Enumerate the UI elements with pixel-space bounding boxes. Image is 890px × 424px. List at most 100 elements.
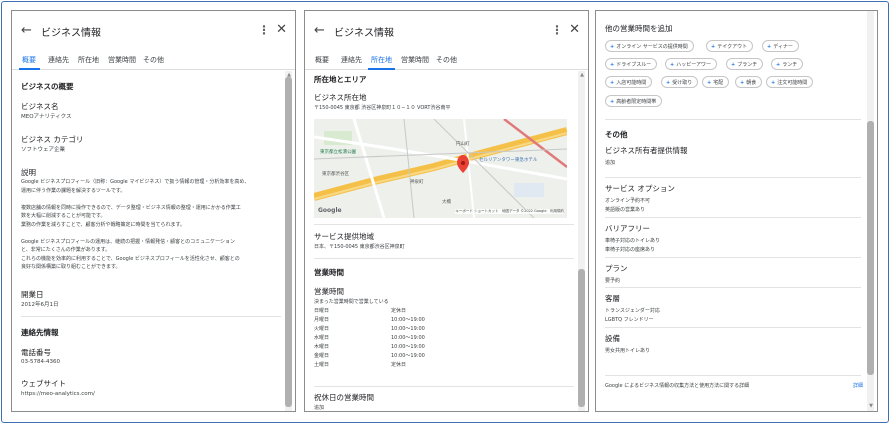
hours-label: 営業時間: [314, 287, 344, 296]
map-footer[interactable]: キーボード ショートカット 地図データ ©2022 Google 利用規約: [455, 209, 564, 214]
add-hours-chip[interactable]: + 入店可能時間: [605, 76, 653, 88]
hours-row: 月曜日 10:00～19:00: [314, 316, 514, 325]
tab-location[interactable]: 所在地: [78, 55, 99, 65]
add-hours-chip[interactable]: + 宅配: [702, 76, 730, 88]
scroll-down-arrow-icon[interactable]: ▼: [869, 403, 873, 409]
tab-location[interactable]: 所在地: [371, 55, 392, 65]
panel-title: ビジネス情報: [334, 28, 394, 39]
attribute-label: サービス オプション: [605, 184, 675, 193]
panel-header: ← ビジネス情報 ⋮ ✕: [305, 11, 588, 51]
business-info-panel-overview: ← ビジネス情報 ⋮ ✕ 概要 連絡先 所在地 営業時間 その他 ビジネスの概要…: [11, 10, 296, 412]
location-map[interactable]: 東京都立松濤公園 円山町 セルリアンタワー東急ホテル 東京都渋谷区 神泉町 大橋…: [314, 119, 567, 218]
business-name-value[interactable]: MEOアナリティクス: [21, 113, 71, 122]
more-vert-icon[interactable]: ⋮: [551, 23, 563, 37]
tab-hours[interactable]: 営業時間: [401, 55, 429, 65]
plus-icon: +: [711, 44, 716, 50]
plus-icon: +: [610, 99, 615, 105]
attribute-value: 英語版の営業あり: [605, 206, 646, 213]
attribute-label: プラン: [605, 264, 628, 273]
panel-content: 所在地とエリア ビジネス所在地 〒150-0045 東京都 渋谷区神泉町１０−１…: [314, 74, 574, 411]
category-value[interactable]: ソフトウェア企業: [21, 146, 65, 155]
divider: [21, 316, 281, 317]
scroll-up-arrow-icon[interactable]: ▲: [287, 72, 291, 78]
tab-more[interactable]: その他: [143, 55, 164, 65]
description-text[interactable]: Google ビジネスプロフィール（旧称：Google マイビジネス）で扱う情報…: [21, 178, 273, 272]
close-icon[interactable]: ✕: [276, 22, 287, 37]
plus-icon: +: [731, 62, 736, 68]
add-hours-chip[interactable]: + 高齢者限定時間帯: [605, 95, 663, 107]
tab-contact[interactable]: 連絡先: [341, 55, 362, 65]
opening-date-value[interactable]: 2012年6月1日: [21, 301, 59, 310]
holiday-hours-add[interactable]: 追加: [314, 404, 324, 411]
attribute-item[interactable]: ビジネス所有者提供情報 追加: [605, 145, 861, 168]
hours-row: 金曜日 10:00～19:00: [314, 352, 514, 361]
scrollbar-thumb[interactable]: [578, 269, 585, 407]
attribute-value: オンライン予約不可: [605, 198, 651, 204]
tab-hours[interactable]: 営業時間: [108, 55, 136, 65]
tab-contact[interactable]: 連絡先: [48, 55, 69, 65]
scrollbar-thumb[interactable]: [867, 121, 874, 375]
plus-icon: +: [776, 62, 781, 68]
attribute-value: 男女共用トイレあり: [605, 348, 651, 354]
chip-label: ディナー: [773, 44, 793, 50]
add-hours-chip[interactable]: + 受け取り: [661, 76, 699, 88]
description-line: [21, 195, 273, 204]
add-hours-chip[interactable]: + 注文可能時間: [766, 76, 814, 88]
attribute-item[interactable]: 設備 男女共用トイレあり: [605, 333, 861, 356]
add-hours-chip[interactable]: + ドライブスルー: [605, 58, 658, 70]
add-hours-chip[interactable]: + ランチ: [771, 58, 804, 70]
arrow-back-icon[interactable]: ←: [314, 23, 325, 38]
service-area-value[interactable]: 日本、〒150-0045 東京都渋谷区神泉町: [314, 243, 405, 252]
tab-bar: 概要 連絡先 所在地 営業時間 その他: [305, 51, 588, 70]
attribute-value: トランスジェンダー対応: [605, 308, 660, 314]
scroll-up-arrow-icon[interactable]: ▲: [580, 72, 584, 78]
tab-overview[interactable]: 概要: [315, 55, 329, 65]
address-value[interactable]: 〒150-0045 東京都 渋谷区神泉町１０−１０ VORT渋谷南平: [314, 104, 450, 113]
phone-value[interactable]: 03-5784-4360: [21, 358, 60, 367]
website-value[interactable]: https://meo-analytics.com/: [21, 390, 95, 399]
chip-label: 朝食: [746, 80, 757, 86]
description-line: 複数店舗の情報を同時に操作できるので、データ整理・ビジネス情報の整理・運用にかか…: [21, 204, 241, 211]
hours-row: 火曜日 10:00～19:00: [314, 325, 514, 334]
attribute-item[interactable]: 客層 トランスジェンダー対応 LGBTQ フレンドリー: [605, 293, 861, 324]
hours-time: 定休日: [391, 308, 407, 314]
plus-icon: +: [610, 62, 615, 68]
add-hours-chip[interactable]: + ハッピーアワー: [665, 58, 718, 70]
attribute-label: ビジネス所有者提供情報: [605, 146, 688, 155]
plus-icon: +: [707, 80, 712, 86]
chip-label: 高齢者限定時間帯: [616, 99, 657, 105]
hours-day: 金曜日: [314, 353, 330, 359]
add-hours-chip[interactable]: + ブランチ: [726, 58, 764, 70]
attribute-item[interactable]: バリアフリー 車椅子対応のトイレあり 車椅子対応の座席あり: [605, 223, 861, 254]
attribute-item[interactable]: サービス オプション オンライン予約不可 英語版の営業あり: [605, 183, 861, 214]
map-label: 大橋: [442, 200, 451, 205]
attribute-item[interactable]: プラン 要予約: [605, 263, 861, 286]
description-label: 説明: [21, 168, 36, 177]
hours-row: 水曜日 10:00～19:00: [314, 334, 514, 343]
divider: [314, 386, 574, 387]
phone-label: 電話番号: [21, 348, 51, 357]
tab-overview[interactable]: 概要: [22, 55, 36, 65]
business-info-panel-more: 他の営業時間を追加 + オンライン サービスの提供時間 + テイクアウト + ディナー + ド…: [595, 10, 878, 412]
add-hours-chip[interactable]: + オンライン サービスの提供時間: [605, 40, 694, 52]
plus-icon: +: [771, 80, 776, 86]
map-label: セルリアンタワー東急ホテル: [479, 158, 538, 163]
map-label: 東京都立松濤公園: [320, 150, 356, 155]
close-icon[interactable]: ✕: [569, 22, 580, 37]
tab-more[interactable]: その他: [436, 55, 457, 65]
category-label: ビジネス カテゴリ: [21, 135, 84, 144]
add-hours-chip[interactable]: + 朝食: [735, 76, 763, 88]
more-vert-icon[interactable]: ⋮: [258, 23, 270, 37]
hours-time: 定休日: [391, 362, 407, 368]
hours-day: 火曜日: [314, 326, 330, 332]
hours-row: 日曜日 定休日: [314, 307, 514, 316]
add-hours-chip[interactable]: + ディナー: [762, 40, 799, 52]
attribute-value: LGBTQ フレンドリー: [605, 316, 654, 323]
hours-table[interactable]: 日曜日 定休日 月曜日 10:00～19:00 火曜日 10:00～19:00 水曜日 10:…: [314, 307, 514, 370]
add-hours-title: 他の営業時間を追加: [605, 24, 673, 33]
scrollbar-thumb[interactable]: [285, 77, 292, 407]
add-hours-chip[interactable]: + テイクアウト: [706, 40, 754, 52]
footer-details-link[interactable]: 詳細: [853, 382, 863, 391]
hours-day: 土曜日: [314, 362, 330, 368]
arrow-back-icon[interactable]: ←: [21, 23, 32, 38]
